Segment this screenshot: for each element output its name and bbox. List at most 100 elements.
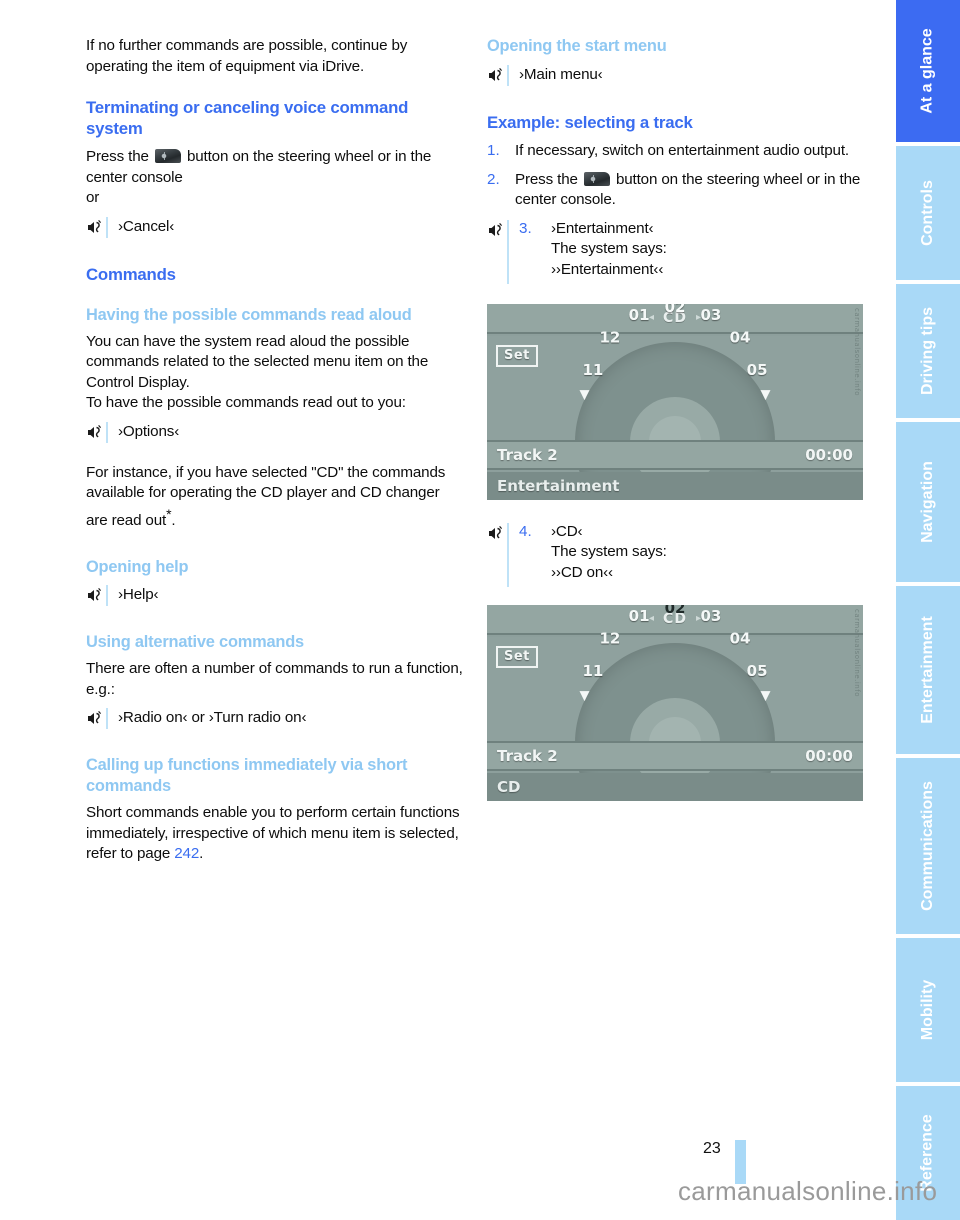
set-button-2[interactable]: Set bbox=[496, 645, 538, 668]
voice-command-main-menu: ›Main menu‹ bbox=[487, 64, 865, 86]
voice-command-bar bbox=[507, 219, 509, 284]
site-watermark: carmanualsonline.info bbox=[678, 1176, 937, 1207]
left-column: If no further commands are possible, con… bbox=[86, 36, 464, 865]
dial-number-02: 02 bbox=[664, 303, 686, 316]
manual-page: If no further commands are possible, con… bbox=[0, 0, 960, 1220]
step-4-voice: 4. ›CD‹ The system says: ››CD on‹‹ bbox=[487, 522, 865, 587]
tab-mobility[interactable]: Mobility bbox=[896, 938, 960, 1082]
voice-command-icon bbox=[86, 421, 108, 443]
idrive-display-cd: ◂ CD ▸ Set 11 12 01 02 03 04 05 ▼ ▼ Trac… bbox=[487, 604, 863, 801]
step-3-voice: 3. ›Entertainment‹ The system says: ››En… bbox=[487, 219, 865, 284]
dial-number-11: 11 bbox=[582, 360, 604, 379]
set-button-1[interactable]: Set bbox=[496, 344, 538, 367]
subheading-opening-help: Opening help bbox=[86, 558, 189, 577]
press-button-paragraph: Press the button on the steering wheel o… bbox=[86, 147, 464, 188]
step-3-line-3: ››Entertainment‹‹ bbox=[551, 260, 664, 278]
step-3-body: ›Entertainment‹ The system says: ››Enter… bbox=[551, 219, 667, 281]
short-commands-period: . bbox=[199, 845, 204, 863]
voice-glyph bbox=[86, 422, 103, 443]
step-4-number: 4. bbox=[519, 522, 532, 540]
voice-glyph bbox=[86, 585, 103, 606]
cd-example-period: . bbox=[171, 511, 176, 529]
heading-example-selecting-track: Example: selecting a track bbox=[487, 113, 693, 132]
tab-label: Driving tips bbox=[919, 306, 937, 396]
heading-commands: Commands bbox=[86, 264, 176, 284]
read-aloud-paragraph: You can have the system read aloud the p… bbox=[86, 332, 429, 391]
idrive-footbar-2: CD bbox=[487, 772, 863, 801]
tab-communications[interactable]: Communications bbox=[896, 758, 960, 934]
section-tab-strip: At a glance Controls Driving tips Naviga… bbox=[896, 0, 960, 1220]
voice-glyph bbox=[487, 220, 504, 241]
dial-number-01: 01 bbox=[628, 305, 650, 324]
step-3-line-2: The system says: bbox=[551, 240, 667, 257]
voice-command-icon bbox=[86, 216, 108, 238]
idrive-track-label-2: Track 2 bbox=[497, 746, 558, 765]
right-column: Opening the start menu ›Main menu‹ Examp… bbox=[487, 36, 865, 801]
idrive-trackbar-1: Track 2 00:00 bbox=[487, 439, 863, 470]
voice-command-bar bbox=[106, 708, 108, 730]
voice-command-help: ›Help‹ bbox=[86, 584, 464, 607]
heading-terminating-voice-command: Terminating or canceling voice command s… bbox=[86, 98, 409, 138]
idrive-stage-2: Set 11 12 01 02 03 04 05 ▼ ▼ bbox=[487, 605, 863, 801]
tab-entertainment[interactable]: Entertainment bbox=[896, 586, 960, 754]
dial-number-12: 12 bbox=[599, 628, 621, 647]
idrive-time-label-1: 00:00 bbox=[805, 445, 853, 464]
step-3-number: 3. bbox=[519, 219, 532, 237]
watermark-text: carmanualsonline.info bbox=[678, 1176, 938, 1206]
dial-number-02: 02 bbox=[664, 604, 686, 617]
dial-end-marker-right: ▼ bbox=[760, 688, 771, 704]
subheading-short-commands: Calling up functions immediately via sho… bbox=[86, 756, 408, 796]
step-3-line-1: ›Entertainment‹ bbox=[551, 219, 654, 237]
idrive-time-label-2: 00:00 bbox=[805, 746, 853, 765]
voice-command-icon bbox=[487, 522, 509, 587]
voice-command-bar bbox=[106, 216, 108, 238]
idrive-edge-watermark-2: carmanualsonline.info bbox=[853, 608, 861, 697]
tab-navigation[interactable]: Navigation bbox=[896, 422, 960, 582]
step-2-text: Press the button on the steering wheel o… bbox=[515, 170, 865, 211]
track-dial-2[interactable]: 11 12 01 02 03 04 05 ▼ ▼ bbox=[575, 605, 775, 801]
voice-command-bar bbox=[507, 522, 509, 587]
dial-number-04: 04 bbox=[729, 327, 751, 346]
step-2: 2. Press the button on the steering whee… bbox=[487, 170, 865, 211]
dial-end-marker-left: ▼ bbox=[579, 688, 590, 704]
step-1: 1. If necessary, switch on entertainment… bbox=[487, 141, 865, 162]
voice-command-icon bbox=[487, 219, 509, 284]
step-4-body: ›CD‹ The system says: ››CD on‹‹ bbox=[551, 522, 667, 584]
voice-glyph bbox=[86, 217, 103, 238]
idrive-footbar-1: Entertainment bbox=[487, 471, 863, 500]
tab-label: Entertainment bbox=[919, 616, 937, 724]
tab-label: Communications bbox=[919, 781, 937, 911]
speech-icon-svg bbox=[489, 525, 503, 539]
tab-label: Mobility bbox=[919, 979, 936, 1041]
options-command-text: ›Options‹ bbox=[118, 422, 180, 440]
help-command-text: ›Help‹ bbox=[118, 586, 159, 604]
subheading-read-aloud: Having the possible commands read aloud bbox=[86, 305, 412, 324]
voice-command-radio: ›Radio on‹ or ›Turn radio on‹ bbox=[86, 707, 464, 730]
step-2-number: 2. bbox=[487, 170, 500, 188]
speech-icon-svg bbox=[88, 424, 102, 438]
tab-at-a-glance[interactable]: At a glance bbox=[896, 0, 960, 142]
short-commands-text: Short commands enable you to perform cer… bbox=[86, 804, 460, 863]
track-dial-1[interactable]: 11 12 01 02 03 04 05 ▼ ▼ bbox=[575, 304, 775, 500]
idrive-stage-1: Set 11 12 01 02 03 04 05 ▼ ▼ bbox=[487, 304, 863, 500]
page-reference-link[interactable]: 242 bbox=[174, 845, 199, 862]
tab-driving-tips[interactable]: Driving tips bbox=[896, 284, 960, 418]
cd-example-text: For instance, if you have selected "CD" … bbox=[86, 463, 446, 529]
voice-command-bar bbox=[106, 421, 108, 443]
voice-command-options: ›Options‹ bbox=[86, 421, 464, 443]
press-button-prefix: Press the bbox=[86, 148, 153, 165]
speech-icon-svg bbox=[88, 711, 102, 725]
dial-number-12: 12 bbox=[599, 327, 621, 346]
idrive-edge-watermark-1: carmanualsonline.info bbox=[853, 307, 861, 396]
read-aloud-paragraph-2: To have the possible commands read out t… bbox=[86, 394, 406, 411]
tab-label: At a glance bbox=[919, 28, 937, 114]
idrive-display-entertainment: ◂ CD ▸ Set 11 12 01 02 03 04 05 ▼ ▼ Trac… bbox=[487, 303, 863, 500]
tab-controls[interactable]: Controls bbox=[896, 146, 960, 280]
voice-glyph bbox=[86, 708, 103, 729]
idrive-menu-label-1: Entertainment bbox=[497, 476, 620, 495]
alternative-commands-paragraph: There are often a number of commands to … bbox=[86, 660, 463, 698]
tab-label: Navigation bbox=[919, 461, 937, 543]
dial-number-01: 01 bbox=[628, 606, 650, 625]
step-4-line-1: ›CD‹ bbox=[551, 522, 583, 540]
step-1-number: 1. bbox=[487, 142, 500, 159]
